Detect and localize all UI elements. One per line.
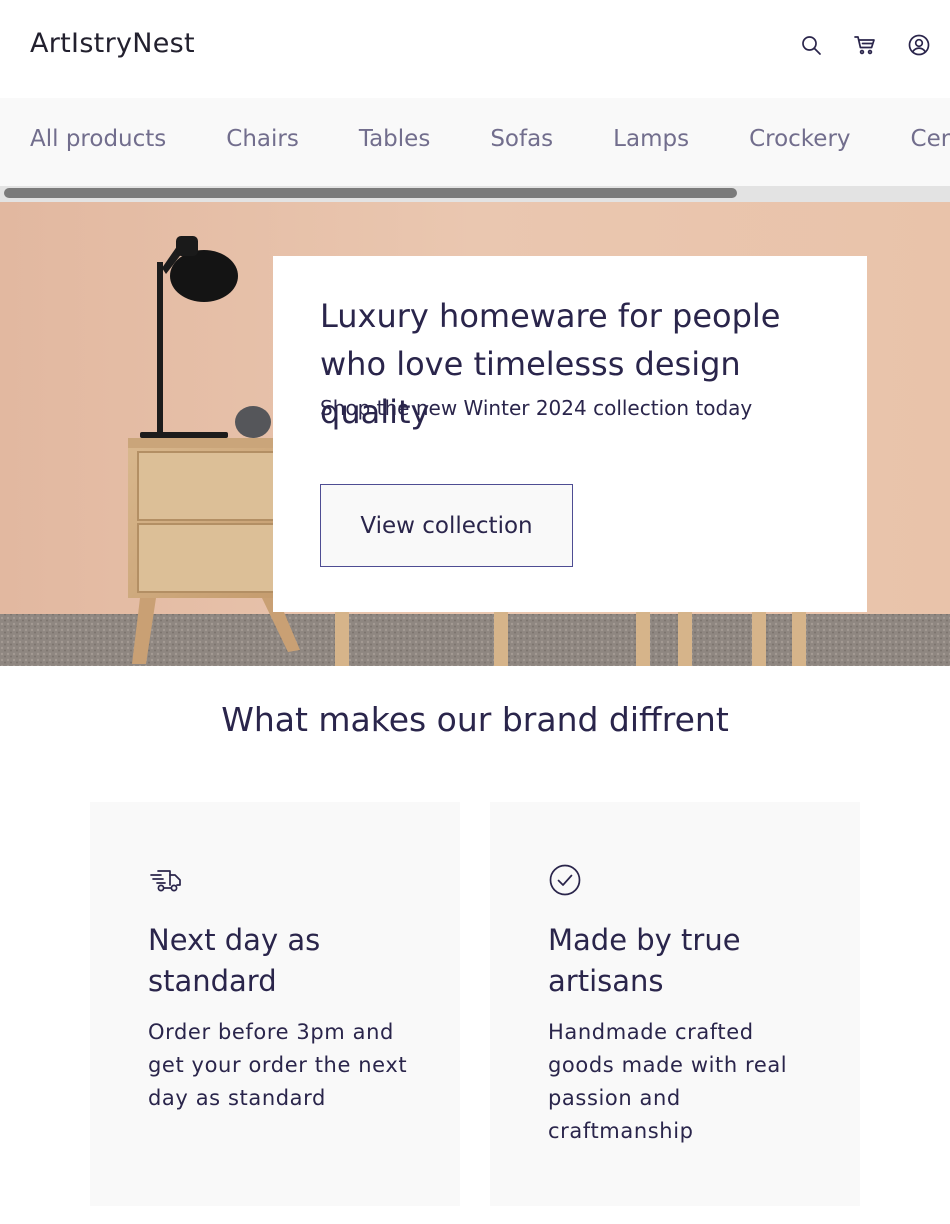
hero-banner: Luxury homeware for people who love time… [0,202,950,666]
category-chairs[interactable]: Chairs [226,124,299,154]
feature-card-delivery: Next day as standard Order before 3pm an… [90,802,460,1206]
category-ceramics[interactable]: Ceramics [911,124,950,154]
category-list: All products Chairs Tables Sofas Lamps C… [30,124,950,154]
feature-title: Next day as standard [148,923,321,998]
feature-description: Order before 3pm and get your order the … [148,1020,408,1110]
feature-card-artisans: Made by true artisans Handmade crafted g… [490,802,860,1206]
category-all-products[interactable]: All products [30,124,166,154]
feature-description: Handmade crafted goods made with real pa… [548,1020,788,1143]
hero-subtitle: Shop the new Winter 2024 collection toda… [320,396,753,420]
user-account-icon[interactable] [906,32,932,58]
category-nav: All products Chairs Tables Sofas Lamps C… [0,98,950,186]
category-crockery[interactable]: Crockery [749,124,850,154]
header-actions [798,32,932,58]
search-icon[interactable] [798,32,824,58]
category-tables[interactable]: Tables [359,124,430,154]
category-sofas[interactable]: Sofas [490,124,553,154]
site-header: ArtIstryNest [0,0,950,98]
brand-logo[interactable]: ArtIstryNest [30,26,195,62]
cart-icon[interactable] [852,32,878,58]
checkmark-circle-icon [548,862,584,898]
scrollbar-thumb[interactable] [4,188,737,198]
brand-section-heading: What makes our brand diffrent [221,700,729,739]
delivery-truck-icon [148,862,184,898]
view-collection-button[interactable]: View collection [320,484,573,567]
category-lamps[interactable]: Lamps [613,124,689,154]
feature-title: Made by true artisans [548,923,741,998]
hero-card: Luxury homeware for people who love time… [273,256,867,612]
category-scrollbar[interactable] [0,186,950,202]
